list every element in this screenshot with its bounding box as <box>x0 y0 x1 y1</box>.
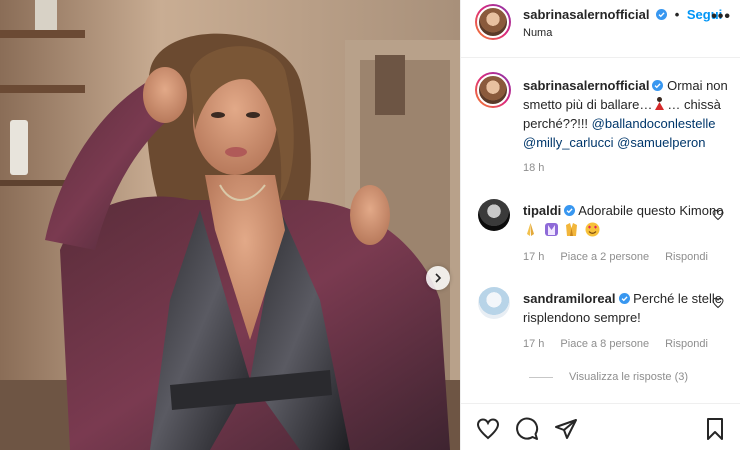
separator-dot: • <box>674 7 680 22</box>
comment-text: Adorabile questo Kimono <box>578 203 724 218</box>
dancer-emoji-icon <box>655 97 665 110</box>
mention-link[interactable]: @milly_carlucci <box>523 135 614 150</box>
comment-meta: 17 h Piace a 2 persone Rispondi <box>523 251 708 263</box>
comment-time: 17 h <box>523 251 545 263</box>
verified-badge-icon <box>656 9 668 20</box>
comment-username[interactable]: sandramiloreal <box>523 291 616 306</box>
commenter-avatar[interactable] <box>478 287 510 319</box>
comment-like-icon[interactable] <box>712 297 724 309</box>
more-options-icon[interactable]: ••• <box>711 8 731 26</box>
comment: sandramiloreal Perché le stelle risplend… <box>523 289 729 327</box>
caption-username[interactable]: sabrinasalernofficial <box>523 78 649 93</box>
location-link[interactable]: Numa <box>523 27 552 39</box>
folded-hands-icon <box>527 223 534 236</box>
kimono-icon <box>566 223 578 236</box>
author-line: sabrinasalernofficial • Segui <box>523 7 722 22</box>
heart-eyes-emoji-icon <box>585 222 600 237</box>
author-avatar[interactable] <box>475 4 511 40</box>
comment-likes-link[interactable]: Piace a 2 persone <box>560 251 649 263</box>
comment-likes-link[interactable]: Piace a 8 persone <box>560 338 649 350</box>
mention-link[interactable]: @ballandoconlestelle <box>592 116 716 131</box>
view-replies-label: Visualizza le risposte (3) <box>569 371 689 383</box>
bookmark-icon[interactable] <box>703 417 727 441</box>
commenter-avatar[interactable] <box>478 199 510 231</box>
kimono-icon <box>544 223 558 236</box>
post-image <box>0 0 460 450</box>
author-username[interactable]: sabrinasalernofficial <box>523 7 649 22</box>
comment-username[interactable]: tipaldi <box>523 203 561 218</box>
verified-badge-icon <box>564 205 576 216</box>
chevron-right-icon <box>435 273 442 283</box>
post-side-panel: sabrinasalernofficial • Segui Numa ••• s… <box>460 0 740 450</box>
caption-author-avatar[interactable] <box>475 72 511 108</box>
carousel-next-button[interactable] <box>426 266 450 290</box>
comment: tipaldi Adorabile questo Kimono <box>523 201 729 240</box>
replies-divider <box>529 376 553 378</box>
verified-badge-icon <box>652 80 664 91</box>
comment-time: 17 h <box>523 338 545 350</box>
comment-bubble-icon[interactable] <box>515 417 539 441</box>
mention-link[interactable]: @samuelperon <box>617 135 705 150</box>
post-header: sabrinasalernofficial • Segui Numa ••• <box>461 0 740 58</box>
heart-icon[interactable] <box>476 417 500 441</box>
caption-timestamp: 18 h <box>523 162 545 174</box>
comment-meta: 17 h Piace a 8 persone Rispondi <box>523 338 708 350</box>
reply-button[interactable]: Rispondi <box>665 338 708 350</box>
paper-plane-icon[interactable] <box>554 417 578 441</box>
reply-button[interactable]: Rispondi <box>665 251 708 263</box>
verified-badge-icon <box>618 293 630 304</box>
view-replies-button[interactable]: Visualizza le risposte (3) <box>529 371 688 383</box>
post-photo[interactable] <box>0 0 460 450</box>
comment-emojis <box>523 221 602 240</box>
post-caption: sabrinasalernofficial Ormai non smetto p… <box>523 76 729 152</box>
comment-like-icon[interactable] <box>712 209 724 221</box>
post-actions-bar <box>461 403 740 450</box>
